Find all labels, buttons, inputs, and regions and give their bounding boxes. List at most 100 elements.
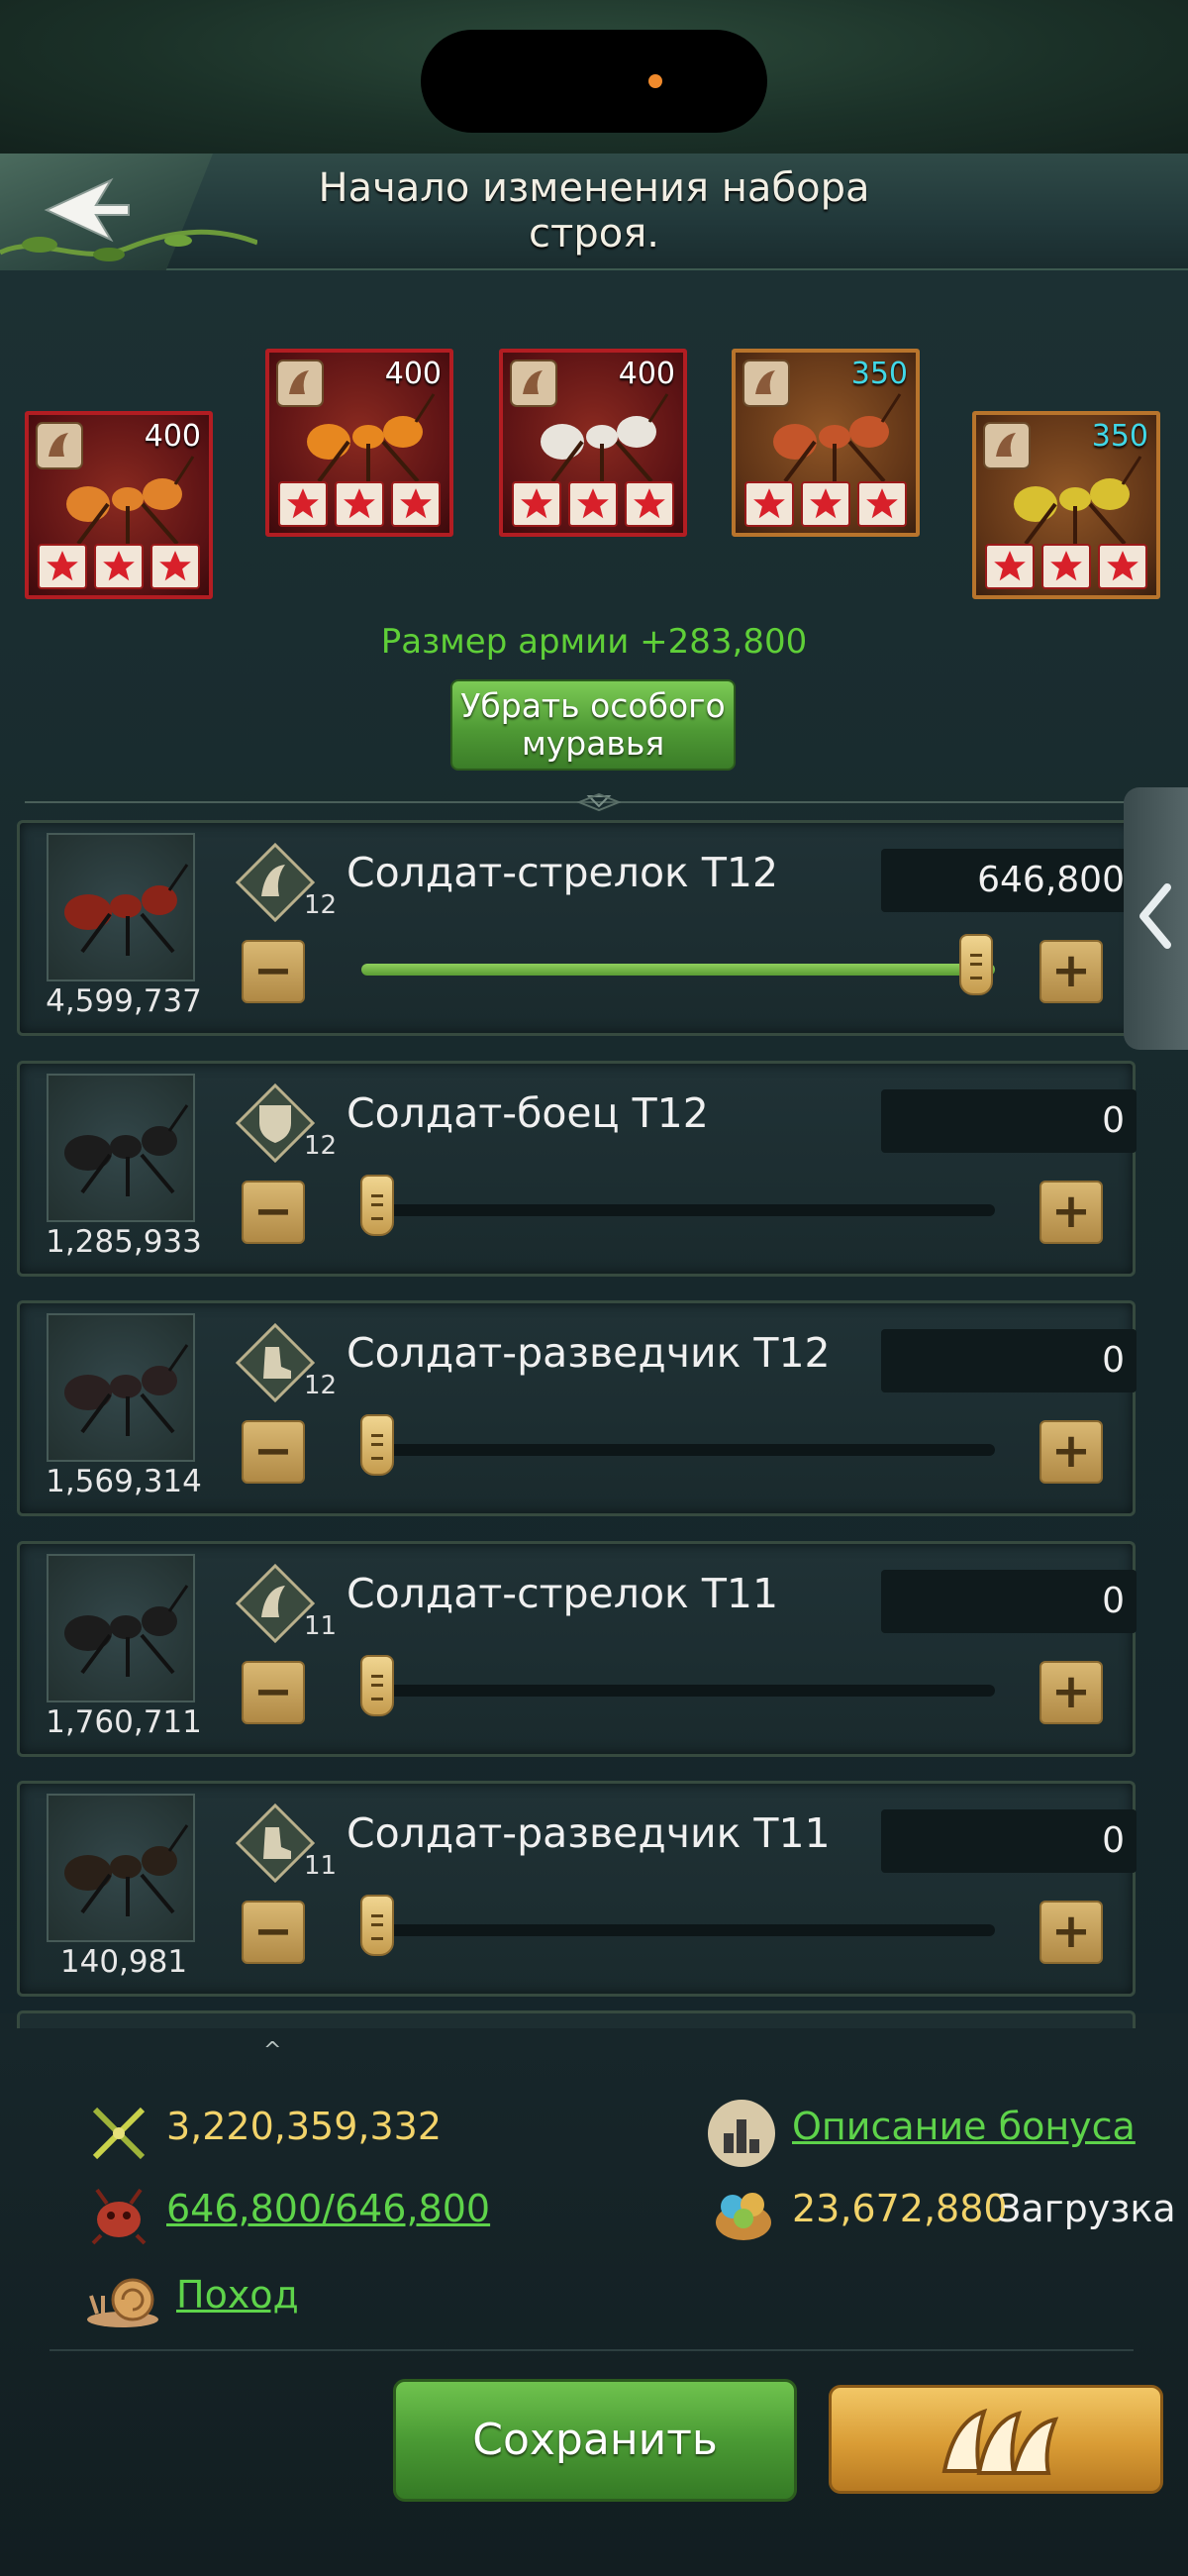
slider-handle[interactable] (360, 1175, 394, 1236)
troop-tier: 12 (304, 1371, 338, 1400)
troop-image (47, 1554, 195, 1702)
chevron-left-icon (1139, 883, 1171, 949)
slider-fill (361, 964, 995, 976)
star-icon (93, 544, 144, 589)
troop-row: 1,569,314 12 Солдат-разведчик T12 0 − + (17, 1300, 1137, 1516)
star-icon (390, 481, 441, 527)
shooter-icon (236, 1564, 315, 1643)
claw-icon (941, 2408, 1059, 2475)
special-ant-image (307, 393, 436, 486)
shooter-icon (236, 843, 315, 922)
increase-button[interactable]: + (1040, 1901, 1103, 1964)
troop-slider[interactable] (360, 1175, 995, 1236)
troop-available-count: 1,285,933 (46, 1224, 202, 1260)
header: Начало изменения набора строя. (0, 154, 1188, 270)
star-icon (856, 481, 907, 527)
troop-tier: 11 (304, 1611, 338, 1641)
star-icon (567, 481, 618, 527)
star-icon (800, 481, 850, 527)
star-icon (38, 544, 88, 589)
scout-icon (236, 1323, 315, 1402)
slider-handle[interactable] (360, 1414, 394, 1476)
scout-icon (236, 1803, 315, 1883)
troop-row: 140,981 11 Солдат-разведчик T11 0 − + (17, 1781, 1137, 1997)
crossed-swords-icon (92, 2107, 146, 2160)
snail-icon (87, 2278, 158, 2327)
troop-slider[interactable] (360, 1895, 995, 1956)
troop-name: Солдат-стрелок T12 (346, 849, 779, 896)
troop-image (47, 1313, 195, 1462)
increase-button[interactable]: + (1040, 940, 1103, 1003)
troop-image (47, 1074, 195, 1222)
slider-handle[interactable] (360, 1895, 394, 1956)
slider-handle[interactable] (958, 934, 993, 995)
march-link[interactable]: Поход (176, 2273, 299, 2317)
star-icon (744, 481, 795, 527)
star-icon (624, 481, 674, 527)
troop-slider[interactable] (361, 934, 995, 995)
star-icon (512, 481, 562, 527)
troop-image (47, 833, 195, 981)
special-ant-card[interactable]: 400 (25, 411, 213, 599)
power-value: 3,220,359,332 (166, 2105, 443, 2148)
load-label: Загрузка (997, 2187, 1176, 2230)
troop-name: Солдат-стрелок T11 (346, 1570, 779, 1617)
troop-row: 1,760,711 11 Солдат-стрелок T11 0 − + (17, 1541, 1137, 1757)
section-divider (25, 792, 1173, 812)
army-size-label: Размер армии +283,800 (380, 622, 808, 662)
bottom-divider (50, 2349, 1134, 2351)
star-rating (275, 481, 444, 529)
save-button[interactable]: Сохранить (393, 2379, 797, 2502)
troop-slider[interactable] (360, 1414, 995, 1476)
decrease-button[interactable]: − (242, 1901, 305, 1964)
special-ant-card[interactable]: 350 (732, 349, 920, 537)
page-title: Начало изменения набора строя. (318, 165, 870, 257)
camera-notch (421, 30, 767, 133)
troop-available-count: 1,569,314 (46, 1464, 202, 1499)
troop-tier: 11 (304, 1851, 338, 1881)
special-ant-card[interactable]: 350 (972, 411, 1160, 599)
load-value: 23,672,880 (792, 2187, 1008, 2230)
troop-name: Солдат-боец T12 (346, 1089, 709, 1137)
troop-quantity-input[interactable]: 0 (881, 1570, 1137, 1633)
star-rating (509, 481, 677, 529)
troop-available-count: 140,981 (59, 1944, 188, 1980)
side-panel-tab[interactable] (1124, 787, 1188, 1050)
troop-quantity-input[interactable]: 0 (881, 1809, 1137, 1873)
special-ant-card[interactable]: 400 (499, 349, 687, 537)
bonus-stats-icon[interactable] (706, 2098, 777, 2169)
decrease-button[interactable]: − (242, 1420, 305, 1484)
increase-button[interactable]: + (1040, 1181, 1103, 1244)
star-rating (35, 544, 203, 591)
star-rating (742, 481, 910, 529)
troop-row: 4,599,737 12 Солдат-стрелок T12 646,800 − + (17, 820, 1137, 1036)
troop-row: 1,285,933 12 Солдат-боец T12 0 − + (17, 1061, 1137, 1277)
special-ant-image (1014, 456, 1142, 549)
quick-select-button[interactable] (829, 2385, 1163, 2494)
load-resources-icon (716, 2193, 771, 2240)
decrease-button[interactable]: − (242, 1661, 305, 1724)
bonus-description-link[interactable]: Описание бонуса (792, 2105, 1136, 2148)
defender-icon (236, 1083, 315, 1163)
star-icon (1040, 544, 1091, 589)
star-icon (334, 481, 384, 527)
troop-tier: 12 (304, 1131, 338, 1161)
troop-slider[interactable] (360, 1655, 995, 1716)
special-ant-image (773, 393, 902, 486)
troop-name: Солдат-разведчик T11 (346, 1809, 831, 1857)
troop-quantity-input[interactable]: 646,800 (881, 849, 1137, 912)
star-icon (1097, 544, 1147, 589)
troop-capacity-link[interactable]: 646,800/646,800 (166, 2187, 490, 2230)
vine-decoration (0, 229, 257, 261)
decrease-button[interactable]: − (242, 1181, 305, 1244)
increase-button[interactable]: + (1040, 1420, 1103, 1484)
troop-quantity-input[interactable]: 0 (881, 1329, 1137, 1392)
slider-handle[interactable] (360, 1655, 394, 1716)
special-ant-card[interactable]: 400 (265, 349, 453, 537)
scroll-up-indicator: ^ (263, 2038, 282, 2063)
increase-button[interactable]: + (1040, 1661, 1103, 1724)
troop-quantity-input[interactable]: 0 (881, 1089, 1137, 1153)
special-ant-image (541, 393, 669, 486)
decrease-button[interactable]: − (242, 940, 305, 1003)
remove-special-ant-button[interactable]: Убрать особого муравья (450, 679, 736, 771)
